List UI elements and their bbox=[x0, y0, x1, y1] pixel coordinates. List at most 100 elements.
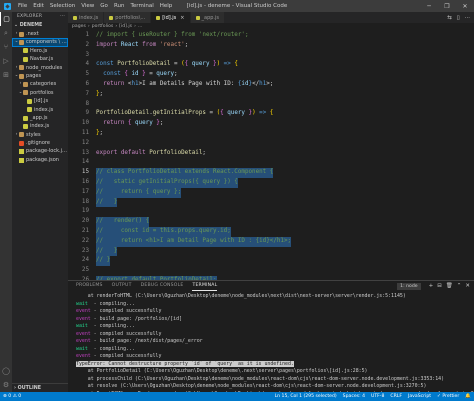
tree-item[interactable]: Hero.js bbox=[12, 47, 68, 55]
maximize-panel-icon[interactable]: ⌃ bbox=[457, 283, 462, 289]
terminal-line: wait - compiling... bbox=[76, 323, 474, 331]
indentation[interactable]: Spaces: 4 bbox=[340, 394, 368, 399]
code-line[interactable]: 2 import React from 'react'; bbox=[68, 41, 474, 51]
files-icon[interactable]: ▢ bbox=[0, 12, 12, 26]
code-text: }; bbox=[96, 129, 103, 139]
breadcrumb-item[interactable]: pages bbox=[72, 23, 86, 31]
code-line[interactable]: 13 export default PortfolioDetail; bbox=[68, 149, 474, 159]
explorer-sidebar: EXPLORER ··· ⌄ DENEME › .next ⌄ components \… bbox=[12, 12, 68, 392]
tree-item[interactable]: Navbar.js bbox=[12, 55, 68, 63]
more-actions-icon[interactable]: ··· bbox=[60, 12, 68, 22]
trash-icon[interactable]: 🗑 bbox=[446, 283, 453, 289]
code-line[interactable]: 23 // } bbox=[68, 246, 474, 257]
code-line[interactable]: 22 // return <h1>I am Detail Page with ID… bbox=[68, 236, 474, 247]
tree-item[interactable]: › styles bbox=[12, 131, 68, 139]
code-line[interactable]: 16 // static getInitialProps({ query }) { bbox=[68, 177, 474, 188]
language-mode[interactable]: JavaScript bbox=[405, 394, 434, 399]
code-line[interactable]: 4 const PortfolioDetail = ({ query }) => … bbox=[68, 60, 474, 70]
preview-icon[interactable]: ▯ bbox=[457, 15, 460, 21]
terminal[interactable]: at renderToHTML (C:\Users\Oguzhan\Deskto… bbox=[68, 291, 474, 392]
panel-tab-problems[interactable]: PROBLEMS bbox=[76, 281, 103, 291]
breadcrumb-item[interactable]: portfolios bbox=[92, 23, 114, 31]
code-line[interactable]: 11}; bbox=[68, 129, 474, 139]
code-line[interactable]: 20 // render() { bbox=[68, 217, 474, 227]
notifications-icon[interactable]: 🔔 bbox=[462, 394, 474, 399]
tree-item[interactable]: [id].js bbox=[12, 97, 68, 105]
code-line[interactable]: 9 PortfolioDetail.getInitialProps = ({ qu… bbox=[68, 109, 474, 119]
tree-item[interactable]: ⌄components \ sha... bbox=[12, 38, 68, 47]
menu-terminal[interactable]: Terminal bbox=[127, 0, 156, 12]
close-icon[interactable]: ✕ bbox=[456, 0, 474, 12]
maximize-icon[interactable]: ❐ bbox=[438, 0, 456, 12]
tree-item[interactable]: › node_modules bbox=[12, 64, 68, 72]
extensions-icon[interactable]: ⊞ bbox=[0, 68, 12, 82]
tree-item[interactable]: ⌄ pages bbox=[12, 72, 68, 80]
breadcrumb-item[interactable]: ... bbox=[138, 23, 142, 31]
close-panel-icon[interactable]: ✕ bbox=[465, 283, 470, 289]
split-terminal-icon[interactable]: ⊟ bbox=[437, 283, 442, 289]
tree-item[interactable]: index.js bbox=[12, 122, 68, 130]
terminal-select[interactable]: 1: node bbox=[397, 282, 421, 290]
panel-tab-debug-console[interactable]: DEBUG CONSOLE bbox=[141, 281, 184, 291]
code-line[interactable]: 24 // } bbox=[68, 256, 474, 267]
prettier-status[interactable]: ✓ Prettier bbox=[434, 394, 462, 399]
code-line[interactable]: 19 bbox=[68, 207, 474, 217]
code-line[interactable]: 8 bbox=[68, 100, 474, 110]
menu-help[interactable]: Help bbox=[157, 0, 176, 12]
menu-view[interactable]: View bbox=[78, 0, 97, 12]
menu-run[interactable]: Run bbox=[111, 0, 128, 12]
tree-item-label: index.js bbox=[30, 123, 50, 130]
menu-selection[interactable]: Selection bbox=[47, 0, 78, 12]
code-line[interactable]: 15 // class PortfolioDetail extends React… bbox=[68, 168, 474, 178]
code-line[interactable]: 1 // import { useRouter } from 'next/rout… bbox=[68, 31, 474, 41]
breadcrumb-item[interactable]: [id].js bbox=[119, 23, 132, 31]
menu-edit[interactable]: Edit bbox=[30, 0, 47, 12]
split-editor-icon[interactable]: ⇆ bbox=[447, 15, 452, 21]
editor-tab[interactable]: index.js bbox=[68, 12, 105, 23]
code-line[interactable]: 6 return <h1>I am Details Page with ID: … bbox=[68, 80, 474, 90]
code-line[interactable]: 25 bbox=[68, 266, 474, 276]
code-line[interactable]: 17 // return { query }; bbox=[68, 187, 474, 198]
code-line[interactable]: 18 // } bbox=[68, 197, 474, 208]
workspace-section[interactable]: ⌄ DENEME bbox=[12, 22, 68, 30]
line-ending[interactable]: CRLF bbox=[387, 394, 405, 399]
tree-item[interactable]: package.json bbox=[12, 156, 68, 164]
menu-go[interactable]: Go bbox=[97, 0, 111, 12]
code-line[interactable]: 7}; bbox=[68, 90, 474, 100]
outline-section[interactable]: › OUTLINE bbox=[12, 383, 68, 392]
search-icon[interactable]: ⌕ bbox=[0, 26, 12, 40]
problems-status[interactable]: ⊗ 0 ⚠ 0 bbox=[0, 394, 24, 399]
code-line[interactable]: 21 // const id = this.props.query.id; bbox=[68, 226, 474, 237]
code-editor[interactable]: 1 // import { useRouter } from 'next/rout… bbox=[68, 31, 474, 280]
code-line[interactable]: 10 return { query }; bbox=[68, 119, 474, 129]
tree-item[interactable]: .gitignore bbox=[12, 139, 68, 147]
encoding[interactable]: UTF-8 bbox=[368, 394, 387, 399]
tree-item[interactable]: index.js bbox=[12, 106, 68, 114]
tree-item[interactable]: ⌄ portfolios bbox=[12, 89, 68, 97]
new-terminal-icon[interactable]: + bbox=[429, 283, 434, 289]
source-control-icon[interactable]: ⑂ bbox=[0, 40, 12, 54]
minimize-icon[interactable]: ─ bbox=[420, 0, 438, 12]
settings-icon[interactable]: ⚙ bbox=[0, 378, 12, 392]
menu-file[interactable]: File bbox=[15, 0, 30, 12]
cursor-position[interactable]: Ln 15, Col 1 (295 selected) bbox=[272, 394, 340, 399]
panel-tab-terminal[interactable]: TERMINAL bbox=[192, 281, 218, 291]
panel-tab-output[interactable]: OUTPUT bbox=[112, 281, 132, 291]
tree-item[interactable]: _app.js bbox=[12, 114, 68, 122]
editor-tab[interactable]: portfolios\... bbox=[104, 12, 152, 23]
code-line[interactable]: 5 const { id } = query; bbox=[68, 70, 474, 80]
debug-icon[interactable]: ▷ bbox=[0, 54, 12, 68]
code-line[interactable]: 3 bbox=[68, 51, 474, 61]
tree-item[interactable]: › .next bbox=[12, 30, 68, 38]
code-line[interactable]: 14 bbox=[68, 158, 474, 168]
more-actions-icon[interactable]: ··· bbox=[465, 15, 470, 21]
editor-tab[interactable]: [id].js × bbox=[151, 12, 191, 23]
editor-tab[interactable]: _app.js bbox=[190, 12, 225, 23]
tree-item[interactable]: › categories bbox=[12, 80, 68, 88]
terminal-line: at PortfolioDetail (C:\Users\Oguzhan\Des… bbox=[76, 368, 474, 376]
account-icon[interactable]: ◯ bbox=[0, 364, 12, 378]
tree-item-label: styles bbox=[26, 131, 41, 138]
tree-item[interactable]: package-lock.json bbox=[12, 147, 68, 155]
code-line[interactable]: 12 bbox=[68, 139, 474, 149]
close-icon[interactable]: × bbox=[180, 15, 184, 21]
